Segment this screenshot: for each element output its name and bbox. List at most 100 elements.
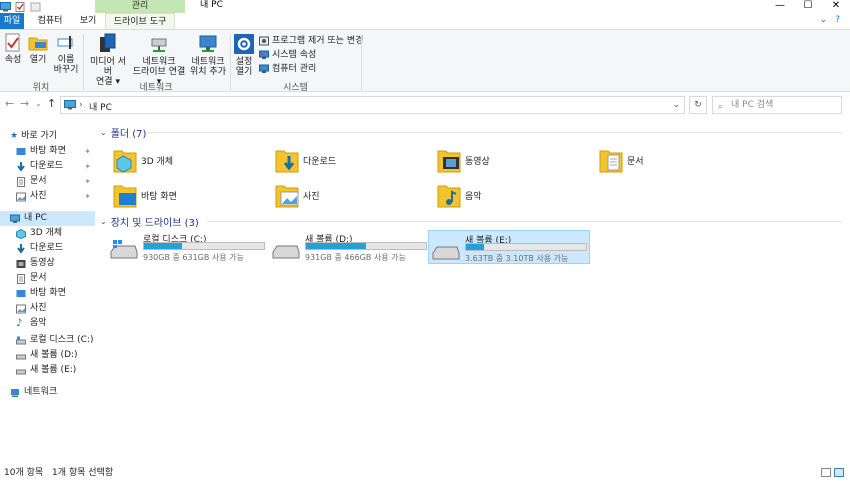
recent-locations-chevron-icon[interactable]: ⌄ [35, 99, 42, 108]
gear-icon [234, 34, 254, 54]
open-button[interactable]: 열기 [27, 33, 49, 65]
folder-videos[interactable]: 동영상 [437, 146, 587, 178]
folder-documents[interactable]: 문서 [599, 146, 749, 178]
refresh-icon: ↻ [694, 100, 702, 110]
rename-button[interactable]: 이름 바꾸기 [52, 33, 80, 75]
drives-section-header[interactable]: ⌄ 장치 및 드라이브 (3) [100, 214, 199, 229]
add-network-location-button[interactable]: 네트워크 위치 추가 [188, 33, 228, 77]
tiles-view-icon[interactable] [834, 468, 844, 477]
nav-videos[interactable]: 동영상 [0, 256, 95, 271]
breadcrumb-this-pc[interactable]: 내 PC [89, 100, 112, 113]
drives-header-label: 장치 및 드라이브 (3) [110, 218, 199, 229]
help-icon[interactable]: ? [835, 15, 840, 25]
system-properties-button[interactable]: 시스템 속성 [259, 49, 316, 61]
open-settings-button[interactable]: 설정 열기 [233, 33, 255, 77]
selection-count: 1개 항목 선택함 [52, 468, 114, 478]
drive-usage-bar [465, 243, 587, 251]
nav-music[interactable]: ♪ 음악 [0, 316, 95, 331]
quick-access-toolbar [0, 0, 41, 13]
folder-name: 3D 개체 [141, 157, 174, 167]
downloads-folder-icon [275, 150, 299, 173]
nav-label: 3D 개체 [30, 228, 63, 238]
nav-this-pc[interactable]: 내 PC [0, 211, 95, 226]
nav-3d-objects[interactable]: 3D 개체 [0, 226, 95, 241]
nav-drive-e[interactable]: 새 볼륨 (E:) [0, 363, 95, 378]
folder-name: 사진 [303, 192, 320, 202]
nav-qa-documents[interactable]: 문서 ✦ [0, 174, 95, 189]
collapse-chevron-icon[interactable]: ⌄ [100, 128, 107, 137]
drive-d[interactable]: 새 볼륨 (D:) 931GB 중 466GB 사용 가능 [269, 230, 431, 264]
star-icon: ★ [10, 131, 19, 141]
drive-usage-bar [143, 242, 265, 250]
breadcrumb-separator-icon[interactable]: › [79, 100, 83, 110]
tab-file[interactable]: 파일 [0, 13, 24, 29]
uninstall-program-button[interactable]: 프로그램 제거 또는 변경 [259, 35, 363, 47]
manage-contextual-tab[interactable]: 관리 [95, 0, 185, 13]
nav-network[interactable]: 네트워크 [0, 385, 95, 400]
nav-label: 바탕 화면 [30, 146, 66, 156]
properties-button[interactable]: 속성 [2, 33, 24, 65]
nav-downloads[interactable]: 다운로드 [0, 241, 95, 256]
system-properties-label: 시스템 속성 [272, 50, 317, 60]
nav-qa-pictures[interactable]: 사진 ✦ [0, 189, 95, 204]
up-arrow-icon[interactable]: ↑ [47, 97, 56, 110]
pin-icon[interactable]: ✦ [84, 159, 91, 174]
drive-usage-fill [144, 243, 183, 249]
pin-icon[interactable]: ✦ [84, 189, 91, 204]
network-icon [11, 388, 19, 397]
tab-drive-tools[interactable]: 드라이브 도구 [105, 13, 175, 30]
map-drive-label-1: 네트워크 [142, 57, 176, 67]
media-server-button[interactable]: 미디어 서버 연결 ▾ [86, 33, 130, 87]
folder-music[interactable]: 음악 [437, 181, 587, 213]
windows-drive-icon [110, 240, 138, 259]
window-title: 내 PC [200, 0, 223, 10]
folders-section-header[interactable]: ⌄ 폴더 (7) [100, 125, 146, 140]
minimize-button[interactable]: — [766, 0, 794, 13]
folder-downloads[interactable]: 다운로드 [275, 146, 425, 178]
back-arrow-icon[interactable]: ← [5, 97, 14, 110]
nav-qa-downloads[interactable]: 다운로드 ✦ [0, 159, 95, 174]
nav-label: 네트워크 [24, 387, 58, 397]
close-button[interactable]: ✕ [822, 0, 850, 13]
details-view-icon[interactable] [821, 468, 831, 477]
nav-drive-d[interactable]: 새 볼륨 (D:) [0, 348, 95, 363]
forward-arrow-icon[interactable]: → [20, 97, 29, 110]
system-properties-icon [259, 50, 269, 59]
collapse-ribbon-icon[interactable]: ⌄ [820, 15, 828, 25]
map-network-drive-button[interactable]: 네트워크 드라이브 연결 ▾ [132, 33, 186, 87]
chevron-down-icon[interactable]: ⌄ [672, 100, 680, 110]
maximize-button[interactable]: ☐ [794, 0, 822, 13]
address-row: ← → ⌄ ↑ › 내 PC ⌄ ↻ ⌕ 내 PC 검색 [0, 92, 850, 117]
nav-pictures[interactable]: 사진 [0, 301, 95, 316]
tab-computer[interactable]: 컴퓨터 [34, 13, 66, 29]
music-note-icon: ♪ [16, 318, 23, 329]
drive-e[interactable]: 새 볼륨 (E:) 3.63TB 중 3.10TB 사용 가능 [428, 230, 590, 264]
properties-check-icon[interactable] [15, 1, 26, 12]
nav-quick-access[interactable]: ★ 바로 가기 [0, 129, 95, 144]
collapse-chevron-icon[interactable]: ⌄ [100, 217, 107, 226]
pin-icon[interactable]: ✦ [84, 144, 91, 159]
computer-management-button[interactable]: 컴퓨터 관리 [259, 63, 316, 75]
folder-3d-objects[interactable]: 3D 개체 [113, 146, 263, 178]
media-server-label-1: 미디어 서버 [90, 57, 126, 77]
new-folder-icon[interactable] [30, 2, 41, 12]
folder-desktop[interactable]: 바탕 화면 [113, 181, 263, 213]
drive-c[interactable]: 로컬 디스크 (C:) 930GB 중 631GB 사용 가능 [107, 230, 269, 264]
computer-management-icon [259, 64, 269, 73]
nav-drive-c[interactable]: 로컬 디스크 (C:) [0, 333, 95, 348]
address-bar[interactable]: › 내 PC ⌄ [60, 96, 685, 114]
nav-documents[interactable]: 문서 [0, 271, 95, 286]
pin-icon[interactable]: ✦ [84, 174, 91, 189]
drive-info: 3.63TB 중 3.10TB 사용 가능 [465, 254, 569, 263]
search-input[interactable]: ⌕ 내 PC 검색 [712, 96, 842, 114]
nav-desktop[interactable]: 바탕 화면 [0, 286, 95, 301]
nav-label: 내 PC [24, 213, 47, 223]
nav-qa-desktop[interactable]: 바탕 화면 ✦ [0, 144, 95, 159]
drive-usage-bar [305, 242, 427, 250]
refresh-button[interactable]: ↻ [689, 96, 707, 114]
tab-view[interactable]: 보기 [78, 13, 98, 29]
folder-pictures[interactable]: 사진 [275, 181, 425, 213]
ribbon: 속성 열기 이름 바꾸기 위치 미디어 서버 연결 ▾ 네트워크 드라이브 연결… [0, 29, 850, 93]
drive-usage-fill [466, 244, 484, 250]
network-location-icon [199, 35, 217, 52]
